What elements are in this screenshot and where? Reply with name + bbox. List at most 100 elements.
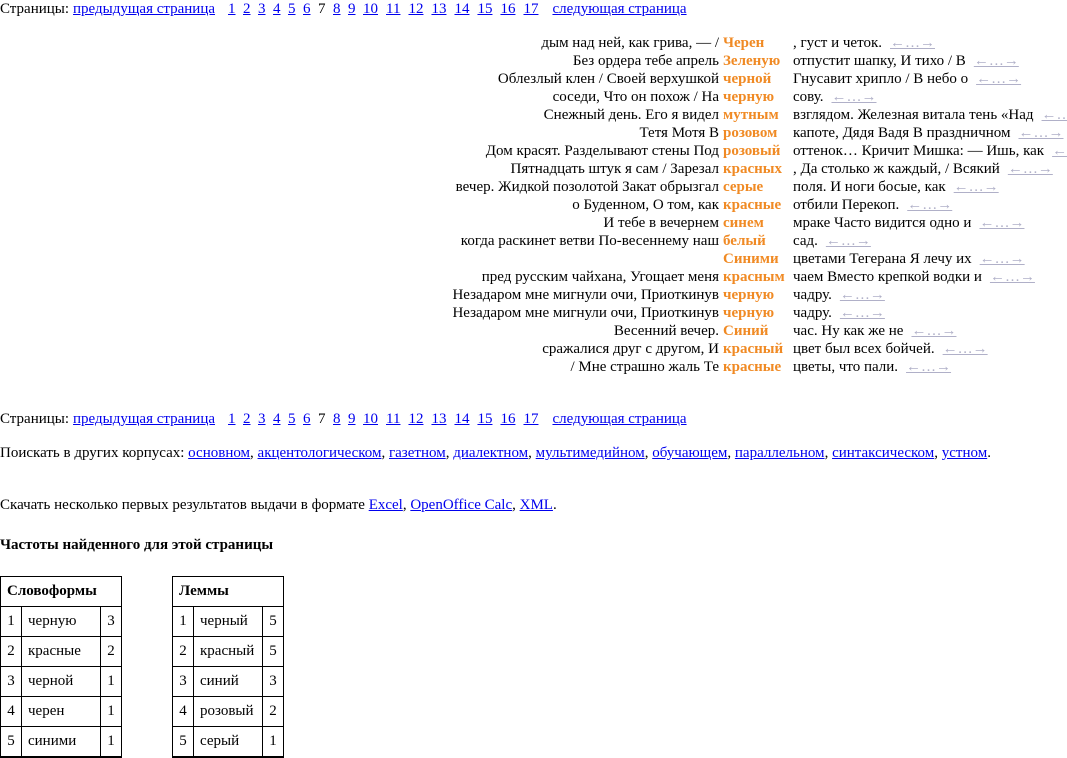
expand-context-link[interactable]: ←…→ — [890, 35, 935, 51]
rank-cell: 3 — [173, 667, 194, 697]
page-link-5[interactable]: 5 — [288, 411, 296, 427]
expand-context-link[interactable]: ←…→ — [840, 287, 885, 303]
left-context: вечер. Жидкой позолотой Закат обрызгал — [455, 179, 719, 195]
page-link-11[interactable]: 11 — [386, 411, 400, 427]
expand-context-link[interactable]: ←…→ — [980, 251, 1025, 267]
expand-context-link[interactable]: ←…→ — [911, 323, 956, 339]
right-context-text: взглядом. Железная витала тень «Над — [793, 107, 1034, 123]
keyword: черную — [723, 305, 775, 321]
count-cell: 2 — [101, 637, 121, 667]
page-link-1[interactable]: 1 — [228, 1, 236, 17]
page-link-3[interactable]: 3 — [258, 1, 266, 17]
frequency-row: 1 черную 3 — [1, 607, 121, 637]
expand-context-link[interactable]: ←…→ — [943, 341, 988, 357]
expand-context-link[interactable]: ←…→ — [826, 233, 871, 249]
page-link-11[interactable]: 11 — [386, 1, 400, 17]
expand-context-link[interactable]: ←…→ — [1008, 161, 1053, 177]
corpus-link[interactable]: акцентологическом — [258, 445, 382, 461]
right-context-text: цвет был всех бойчей. — [793, 341, 935, 357]
expand-context-link[interactable]: ←…→ — [976, 71, 1021, 87]
expand-context-link[interactable]: ←…→ — [831, 89, 876, 105]
page-link-10[interactable]: 10 — [363, 1, 378, 17]
next-page-link[interactable]: следующая страница — [552, 1, 686, 17]
page-link-3[interactable]: 3 — [258, 411, 266, 427]
left-context: дым над ней, как грива, — / — [541, 35, 719, 51]
prev-page-link[interactable]: предыдущая страница — [73, 1, 215, 17]
expand-context-link[interactable]: ←…→ — [840, 305, 885, 321]
page-link-12[interactable]: 12 — [408, 411, 423, 427]
concordance-row: Незадаром мне мигнули очи, Приоткинув чер… — [0, 286, 1067, 304]
page-link-12[interactable]: 12 — [408, 1, 423, 17]
wordforms-title: Словоформы — [1, 577, 121, 607]
frequency-row: 4 розовый 2 — [173, 697, 283, 727]
page-link-9[interactable]: 9 — [348, 1, 356, 17]
pager-bottom: Страницы: предыдущая страница 1 2 3 4 5 6 7 8 9 10 1… — [0, 410, 687, 428]
word-cell: красный — [194, 637, 263, 667]
right-context-text: , густ и четок. — [793, 35, 882, 51]
right-context-text: мраке Часто видится одно и — [793, 215, 972, 231]
concordance-row: о Буденном, О том, как красные отбили Пере… — [0, 196, 1067, 214]
corpus-link[interactable]: обучающем — [652, 445, 727, 461]
corpus-link[interactable]: мультимедийном — [536, 445, 645, 461]
expand-context-link[interactable]: ←…→ — [954, 179, 999, 195]
word-cell: розовый — [194, 697, 263, 727]
expand-context-link[interactable]: ←…→ — [906, 359, 951, 375]
rank-cell: 1 — [173, 607, 194, 637]
download-format-link[interactable]: XML — [520, 497, 553, 513]
download-format-link[interactable]: OpenOffice Calc — [410, 497, 512, 513]
page-link-8[interactable]: 8 — [333, 1, 341, 17]
page-link-15[interactable]: 15 — [477, 411, 492, 427]
page-link-14[interactable]: 14 — [454, 411, 469, 427]
corpus-link[interactable]: синтаксическом — [832, 445, 934, 461]
wordforms-table: Словоформы 1 черную 3 2 красные 2 3 черной 1 4 чер… — [0, 576, 122, 758]
page-link-4[interactable]: 4 — [273, 411, 281, 427]
left-context: Незадаром мне мигнули очи, Приоткинув — [452, 287, 719, 303]
keyword: розовом — [723, 125, 778, 141]
page-link-6[interactable]: 6 — [303, 411, 311, 427]
page-link-14[interactable]: 14 — [454, 1, 469, 17]
word-cell: серый — [194, 727, 263, 757]
page-link-4[interactable]: 4 — [273, 1, 281, 17]
frequency-row: 2 красные 2 — [1, 637, 121, 667]
right-context: , густ и четок. ←…→ — [793, 34, 935, 52]
page-link-9[interactable]: 9 — [348, 411, 356, 427]
page-link-13[interactable]: 13 — [431, 411, 446, 427]
expand-context-link[interactable]: ←…→ — [974, 53, 1019, 69]
expand-context-link[interactable]: ←…→ — [1018, 125, 1063, 141]
expand-context-link[interactable]: ←…→ — [1042, 107, 1067, 123]
page-link-17[interactable]: 17 — [523, 1, 538, 17]
page-link-5[interactable]: 5 — [288, 1, 296, 17]
expand-context-link[interactable]: ←…→ — [907, 197, 952, 213]
expand-context-link[interactable]: ←…→ — [979, 215, 1024, 231]
page-link-2[interactable]: 2 — [243, 411, 251, 427]
page-link-6[interactable]: 6 — [303, 1, 311, 17]
corpus-link[interactable]: параллельном — [735, 445, 825, 461]
corpus-link[interactable]: диалектном — [453, 445, 528, 461]
expand-context-link[interactable]: ←…→ — [1052, 143, 1067, 159]
right-context: чадру. ←…→ — [793, 286, 885, 304]
right-context: чадру. ←…→ — [793, 304, 885, 322]
page-link-10[interactable]: 10 — [363, 411, 378, 427]
expand-context-link[interactable]: ←…→ — [990, 269, 1035, 285]
corpus-link[interactable]: устном — [942, 445, 987, 461]
prev-page-link[interactable]: предыдущая страница — [73, 411, 215, 427]
count-cell: 1 — [101, 727, 121, 757]
rank-cell: 4 — [173, 697, 194, 727]
download-format-link[interactable]: Excel — [369, 497, 403, 513]
pager-top: Страницы: предыдущая страница 1 2 3 4 5 6 7 8 9 10 1… — [0, 0, 687, 18]
next-page-link[interactable]: следующая страница — [552, 411, 686, 427]
rank-cell: 3 — [1, 667, 22, 697]
page-link-17[interactable]: 17 — [523, 411, 538, 427]
page-link-15[interactable]: 15 — [477, 1, 492, 17]
word-cell: черный — [194, 607, 263, 637]
page-link-8[interactable]: 8 — [333, 411, 341, 427]
corpus-link[interactable]: газетном — [389, 445, 446, 461]
page-link-16[interactable]: 16 — [500, 1, 515, 17]
lemmas-table: Леммы 1 черный 5 2 красный 5 3 синий 3 4 розовый 2 5… — [172, 576, 284, 758]
page-link-1[interactable]: 1 — [228, 411, 236, 427]
corpus-link[interactable]: основном — [188, 445, 250, 461]
concordance-row: пред русским чайхана, Угощает меня красны… — [0, 268, 1067, 286]
page-link-2[interactable]: 2 — [243, 1, 251, 17]
page-link-13[interactable]: 13 — [431, 1, 446, 17]
page-link-16[interactable]: 16 — [500, 411, 515, 427]
